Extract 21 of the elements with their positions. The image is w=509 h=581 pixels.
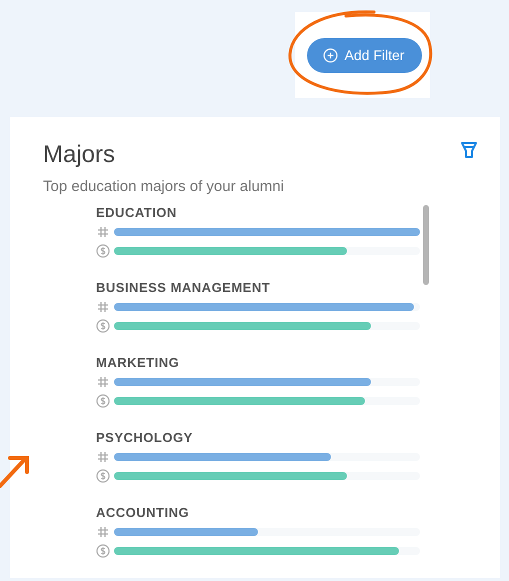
dollar-icon: [96, 318, 110, 332]
major-name: BUSINESS MANAGEMENT: [96, 280, 272, 297]
plus-circle-icon: [322, 48, 338, 62]
filter-icon[interactable]: [460, 141, 478, 159]
major-name: MARKETING: [96, 355, 180, 372]
dollar-icon: [96, 394, 110, 408]
hash-icon: [96, 224, 110, 238]
hash-icon: [96, 524, 110, 538]
dollar-icon: [96, 244, 110, 258]
card-subtitle: Top education majors of your alumni: [43, 178, 285, 195]
hash-icon: [96, 450, 110, 464]
card-title: Majors: [43, 141, 116, 169]
add-filter-button[interactable]: Add Filter: [306, 38, 422, 72]
dollar-icon: [96, 544, 110, 558]
major-name: EDUCATION: [96, 205, 178, 222]
dollar-icon: [96, 468, 110, 482]
hash-icon: [96, 374, 110, 388]
hash-icon: [96, 300, 110, 314]
scrollbar-thumb[interactable]: [423, 205, 429, 285]
major-name: ACCOUNTING: [96, 505, 190, 522]
major-name: PSYCHOLOGY: [96, 430, 194, 447]
